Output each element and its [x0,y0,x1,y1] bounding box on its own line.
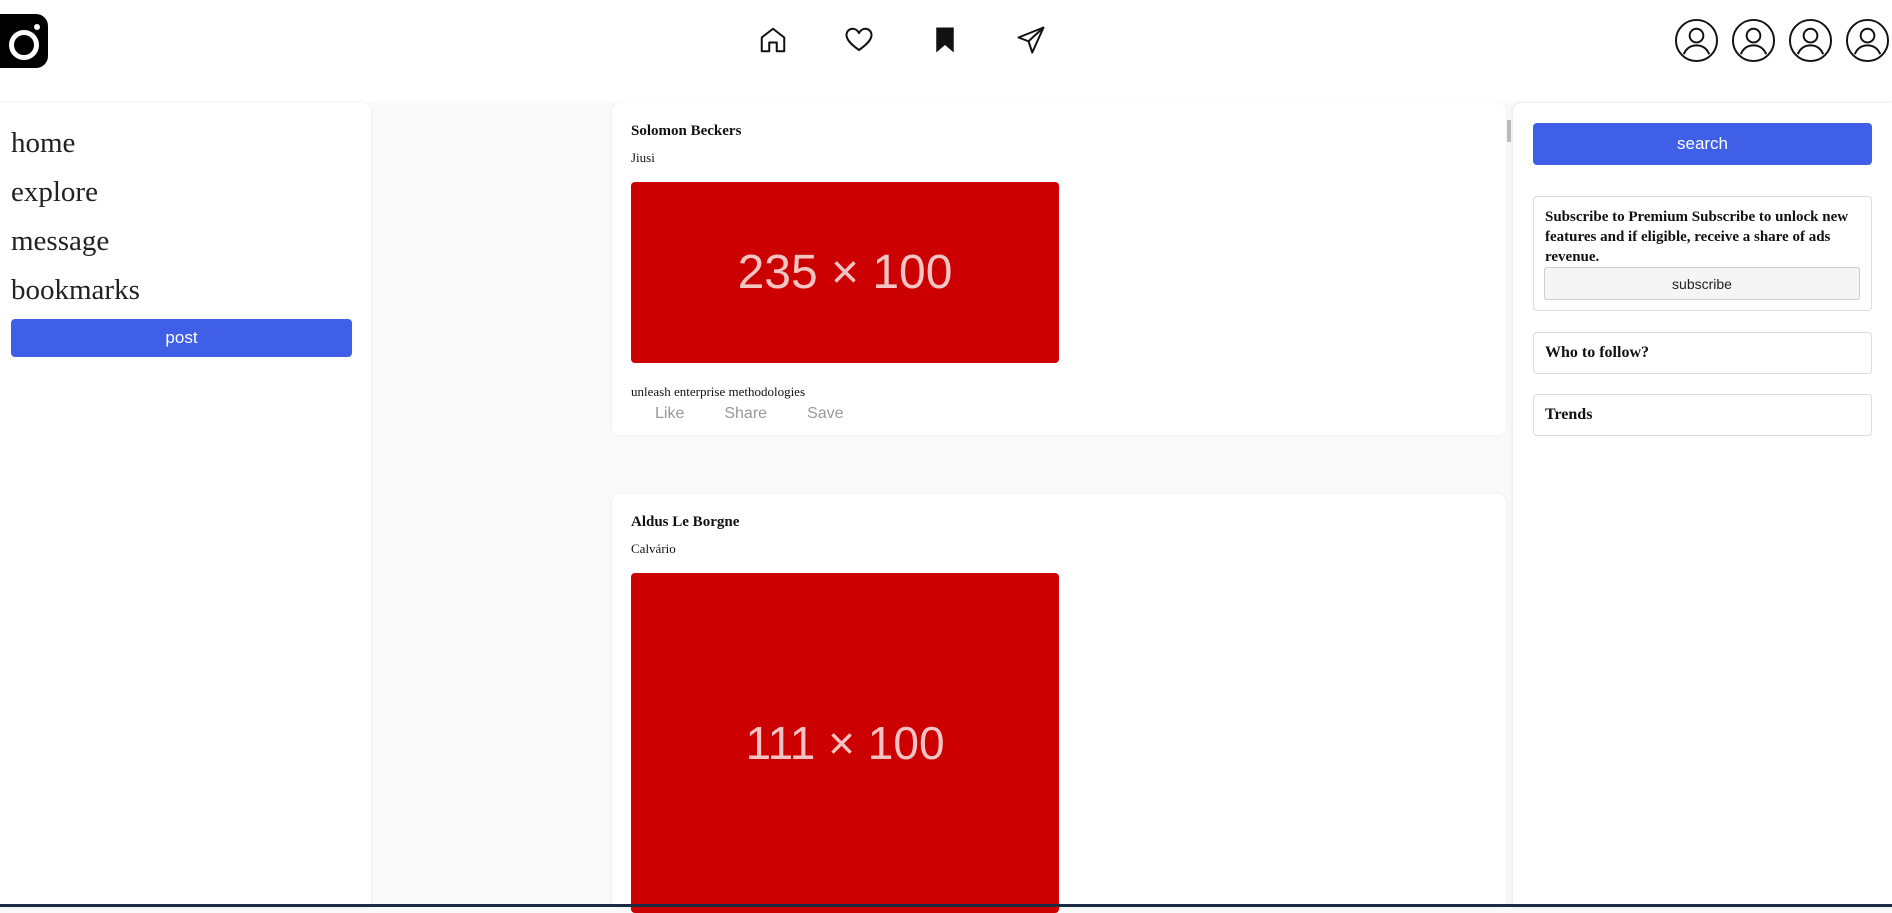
post-image-label: 235 × 100 [737,246,953,299]
share-button[interactable]: Share [724,405,767,423]
post-image[interactable]: 235 × 100 [631,182,1059,363]
premium-card: Subscribe to Premium Subscribe to unlock… [1533,196,1872,311]
search-button[interactable]: search [1533,123,1872,165]
post-author[interactable]: Solomon Beckers [631,123,741,140]
heart-icon[interactable] [841,22,877,58]
home-icon[interactable] [755,22,791,58]
feed-post: Solomon Beckers Jiusi 235 × 100 unleash … [612,103,1506,435]
trends-title: Trends [1545,406,1593,423]
send-icon[interactable] [1013,22,1049,58]
user-avatar-icon[interactable] [1731,18,1776,63]
subscribe-button[interactable]: subscribe [1544,267,1860,300]
sidebar-item-message[interactable]: message [11,217,371,266]
post-image-label: 111 × 100 [745,717,945,769]
bookmark-icon[interactable] [927,22,963,58]
post-caption: unleash enterprise methodologies [631,384,806,399]
instagram-logo-icon[interactable] [0,14,48,68]
user-avatar-icon[interactable] [1845,18,1890,63]
avatar-list [1674,18,1890,63]
save-button[interactable]: Save [807,405,843,423]
post-actions: Like Share Save [655,405,844,423]
top-bar [0,0,1892,103]
post-location: Calvário [631,541,676,556]
scrollbar-thumb[interactable] [1507,120,1511,142]
user-avatar-icon[interactable] [1788,18,1833,63]
sidebar-item-bookmarks[interactable]: bookmarks [11,266,371,315]
left-sidebar: home explore message bookmarks post [0,103,371,907]
post-button[interactable]: post [11,319,352,357]
sidebar-nav: home explore message bookmarks [0,103,371,315]
trends-card[interactable]: Trends [1533,394,1872,436]
who-to-follow-card[interactable]: Who to follow? [1533,332,1872,374]
user-avatar-icon[interactable] [1674,18,1719,63]
post-location: Jiusi [631,150,655,165]
who-to-follow-title: Who to follow? [1545,344,1649,361]
like-button[interactable]: Like [655,405,684,423]
premium-text: Subscribe to Premium Subscribe to unlock… [1545,209,1849,265]
feed-post: Aldus Le Borgne Calvário 111 × 100 [612,494,1506,913]
post-author[interactable]: Aldus Le Borgne [631,514,739,531]
right-sidebar: search Subscribe to Premium Subscribe to… [1513,103,1892,907]
sidebar-item-home[interactable]: home [11,119,371,168]
top-nav [755,22,1049,58]
sidebar-item-explore[interactable]: explore [11,168,371,217]
post-image[interactable]: 111 × 100 [631,573,1059,913]
